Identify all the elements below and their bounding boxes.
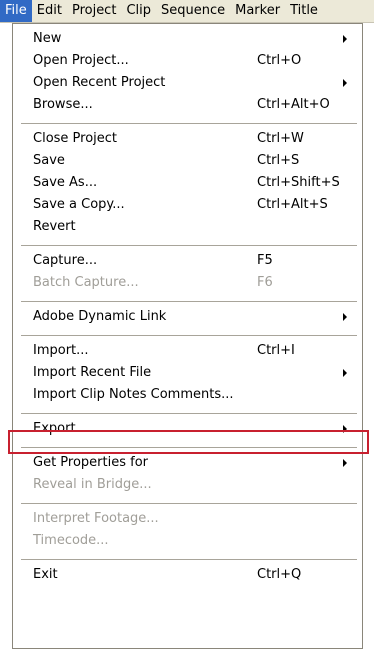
menu-item-label: Exit [33, 567, 58, 582]
menu-item-label: Close Project [33, 131, 118, 146]
menu-item-label: Interpret Footage... [33, 511, 159, 526]
menu-item-shortcut: F6 [257, 275, 273, 290]
menu-item-new[interactable]: New [21, 28, 361, 50]
menu-item-shortcut: Ctrl+I [257, 343, 295, 358]
menu-separator [21, 559, 357, 560]
menu-item-label: Import Clip Notes Comments... [33, 387, 234, 402]
menu-item-exit[interactable]: Exit Ctrl+Q [21, 564, 361, 586]
menu-item-label: Reveal in Bridge... [33, 477, 152, 492]
menu-item-label: Adobe Dynamic Link [33, 309, 167, 324]
menu-item-shortcut: Ctrl+W [257, 131, 304, 146]
submenu-arrow-icon [343, 369, 347, 377]
menu-separator [21, 123, 357, 124]
menu-marker[interactable]: Marker [230, 0, 285, 22]
menu-separator [21, 503, 357, 504]
menu-clip[interactable]: Clip [121, 0, 156, 22]
menu-item-label: Capture... [33, 253, 98, 268]
highlight-annotation-box [8, 430, 369, 454]
menu-item-shortcut: Ctrl+O [257, 53, 302, 68]
menu-item-label: Import Recent File [33, 365, 152, 380]
menu-item-shortcut: Ctrl+S [257, 153, 300, 168]
menu-item-interpret-footage: Interpret Footage... [21, 508, 361, 530]
submenu-arrow-icon [343, 79, 347, 87]
menu-item-label: Get Properties for [33, 455, 149, 470]
menu-item-get-properties-for[interactable]: Get Properties for [21, 452, 361, 474]
menu-item-save[interactable]: Save Ctrl+S [21, 150, 361, 172]
menu-item-label: Open Project... [33, 53, 129, 68]
menu-item-label: Save [33, 153, 65, 168]
menu-item-import-recent-file[interactable]: Import Recent File [21, 362, 361, 384]
menu-item-label: Import... [33, 343, 89, 358]
menu-item-shortcut: Ctrl+Q [257, 567, 302, 582]
menu-separator [21, 413, 357, 414]
menu-item-label: New [33, 31, 62, 46]
menu-item-shortcut: Ctrl+Alt+S [257, 197, 328, 212]
submenu-arrow-icon [343, 459, 347, 467]
menu-separator [21, 301, 357, 302]
menu-item-close-project[interactable]: Close Project Ctrl+W [21, 128, 361, 150]
menu-project[interactable]: Project [67, 0, 121, 22]
menu-file[interactable]: File [0, 0, 32, 22]
menu-item-label: Timecode... [33, 533, 109, 548]
menu-sequence[interactable]: Sequence [156, 0, 230, 22]
menu-item-reveal-in-bridge: Reveal in Bridge... [21, 474, 361, 496]
menu-title[interactable]: Title [285, 0, 323, 22]
menu-item-label: Revert [33, 219, 76, 234]
menu-item-timecode: Timecode... [21, 530, 361, 552]
menu-item-revert[interactable]: Revert [21, 216, 361, 238]
menu-item-save-a-copy[interactable]: Save a Copy... Ctrl+Alt+S [21, 194, 361, 216]
menu-item-shortcut: F5 [257, 253, 273, 268]
menu-item-label: Batch Capture... [33, 275, 139, 290]
menu-item-import[interactable]: Import... Ctrl+I [21, 340, 361, 362]
menu-item-label: Save a Copy... [33, 197, 125, 212]
menu-item-shortcut: Ctrl+Shift+S [257, 175, 340, 190]
menu-bar: File Edit Project Clip Sequence Marker T… [0, 0, 374, 23]
menu-item-label: Open Recent Project [33, 75, 166, 90]
menu-item-browse[interactable]: Browse... Ctrl+Alt+O [21, 94, 361, 116]
menu-edit[interactable]: Edit [32, 0, 67, 22]
menu-item-label: Browse... [33, 97, 93, 112]
menu-separator [21, 335, 357, 336]
menu-item-open-project[interactable]: Open Project... Ctrl+O [21, 50, 361, 72]
menu-item-capture[interactable]: Capture... F5 [21, 250, 361, 272]
submenu-arrow-icon [343, 35, 347, 43]
file-menu-dropdown: New Open Project... Ctrl+O Open Recent P… [12, 23, 363, 649]
menu-item-label: Save As... [33, 175, 98, 190]
menu-item-import-clip-notes-comments[interactable]: Import Clip Notes Comments... [21, 384, 361, 406]
menu-item-shortcut: Ctrl+Alt+O [257, 97, 330, 112]
menu-item-batch-capture: Batch Capture... F6 [21, 272, 361, 294]
submenu-arrow-icon [343, 313, 347, 321]
menu-item-open-recent-project[interactable]: Open Recent Project [21, 72, 361, 94]
menu-item-save-as[interactable]: Save As... Ctrl+Shift+S [21, 172, 361, 194]
menu-separator [21, 245, 357, 246]
menu-item-adobe-dynamic-link[interactable]: Adobe Dynamic Link [21, 306, 361, 328]
